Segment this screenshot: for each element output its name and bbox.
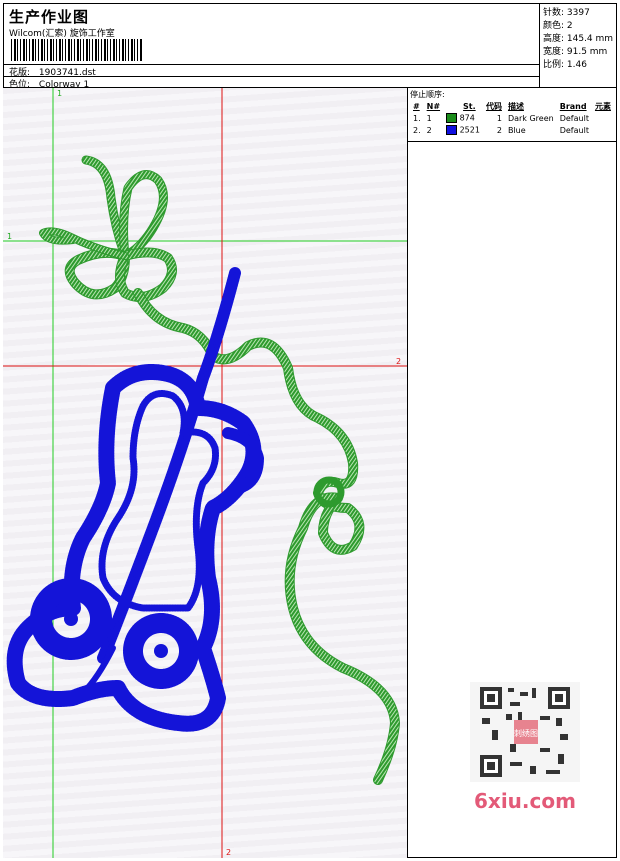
- guide-label-red-horizontal: 2: [396, 357, 401, 366]
- col-number: #: [413, 101, 420, 111]
- qr-code-icon: 刺绣图: [470, 682, 580, 782]
- row-description: Blue: [507, 125, 526, 135]
- stop-sequence-panel: 停止顺序: # N# St. 代码 描述 Brand 元素 1. 1 874 1…: [408, 88, 617, 142]
- ear-right: [222, 427, 264, 494]
- row-stitches: 874: [459, 113, 475, 123]
- scale: 比例: 1.46: [543, 60, 587, 70]
- color-swatch: [446, 113, 458, 123]
- col-stitches: St.: [463, 101, 476, 111]
- design-height: 高度: 145.4 mm: [543, 34, 614, 44]
- row-stitches: 2521: [459, 125, 480, 135]
- studio-subtitle: Wilcom(汇索) 旋饰工作室: [9, 29, 115, 39]
- table-row[interactable]: 2. 2 2521 2 Blue Default: [410, 124, 614, 136]
- site-watermark: 6xiu.com: [474, 789, 576, 813]
- stitch-count: 针数: 3397: [543, 8, 590, 18]
- qr-code-watermark: 刺绣图: [470, 682, 580, 782]
- col-element: 元素: [594, 101, 611, 111]
- embroidery-canvas: 1 1 2 2: [3, 88, 407, 858]
- col-brand: Brand: [559, 101, 587, 111]
- row-needle: 1: [426, 113, 432, 123]
- stop-sequence-table: # N# St. 代码 描述 Brand 元素 1. 1 874 1 Dark …: [410, 100, 614, 136]
- right-eye-center: [154, 644, 168, 658]
- barcode: [11, 39, 143, 61]
- row-code: 1: [496, 113, 502, 123]
- row-brand: Default: [559, 113, 589, 123]
- stamp-text: 刺绣图: [514, 728, 538, 738]
- color-swatch: [446, 125, 458, 135]
- table-row[interactable]: 1. 1 874 1 Dark Green Default: [410, 112, 614, 124]
- row-description: Dark Green: [507, 113, 554, 123]
- color-count: 颜色: 2: [543, 21, 573, 31]
- row-brand: Default: [559, 125, 589, 135]
- design-width: 宽度: 91.5 mm: [543, 47, 608, 57]
- row-number: 1.: [413, 113, 421, 123]
- col-description: 描述: [507, 101, 524, 111]
- guide-label-red-vertical: 2: [226, 848, 231, 857]
- col-code: 代码: [485, 101, 502, 111]
- design-preview: 1 1 2 2: [3, 88, 408, 858]
- row-needle: 2: [426, 125, 432, 135]
- row-code: 2: [496, 125, 502, 135]
- left-eye-center: [64, 612, 78, 626]
- col-needle: N#: [426, 101, 441, 111]
- stop-sequence-heading: 停止顺序:: [410, 90, 445, 99]
- guide-label-green-vertical: 1: [57, 89, 62, 98]
- row-number: 2.: [413, 125, 421, 135]
- page-title: 生产作业图: [9, 8, 90, 26]
- header-panel: 生产作业图 Wilcom(汇索) 旋饰工作室 花版: 1903741.dst 色…: [3, 3, 540, 90]
- guide-label-green-horizontal: 1: [7, 232, 12, 241]
